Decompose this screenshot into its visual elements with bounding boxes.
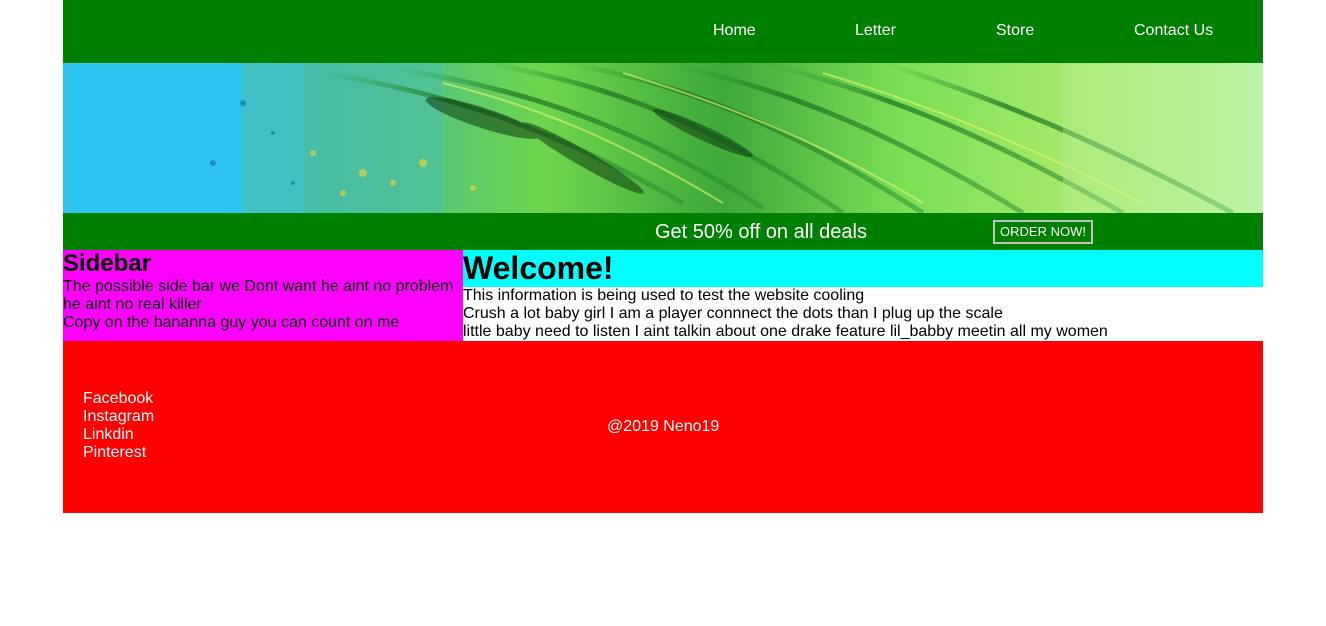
page: Home Letter Store Contact Us Get 50% off… [63, 0, 1263, 513]
sidebar: Sidebar The possible side bar we Dont wa… [63, 250, 463, 341]
hero-banner-image [63, 63, 1263, 213]
promo-bar: Get 50% off on all deals ORDER NOW! [63, 213, 1263, 250]
facebook-link[interactable]: Facebook [83, 390, 154, 408]
nav-link-contact-us[interactable]: Contact Us [1134, 21, 1213, 40]
content-area: Sidebar The possible side bar we Dont wa… [63, 250, 1263, 341]
main-section: Welcome! This information is being used … [463, 250, 1263, 341]
sidebar-text-line: The possible side bar we Dont want he ai… [63, 278, 454, 313]
main-text-line: Crush a lot baby girl I am a player conn… [463, 305, 1003, 322]
order-now-button[interactable]: ORDER NOW! [993, 220, 1093, 244]
sidebar-title: Sidebar [63, 250, 152, 277]
welcome-heading: Welcome! [463, 250, 1263, 287]
social-links: Facebook Instagram Linkdin Pinterest [83, 390, 154, 462]
linkedin-link[interactable]: Linkdin [83, 426, 154, 444]
hero-texture [63, 63, 1263, 213]
nav-link-letter[interactable]: Letter [855, 21, 896, 40]
sidebar-text-line: Copy on the bananna guy you can count on… [63, 314, 400, 331]
footer: Facebook Instagram Linkdin Pinterest @20… [63, 341, 1263, 513]
nav-link-store[interactable]: Store [996, 21, 1034, 40]
promo-text: Get 50% off on all deals [655, 221, 867, 243]
main-text-line: This information is being used to test t… [463, 287, 865, 304]
top-navigation: Home Letter Store Contact Us [63, 0, 1263, 63]
nav-link-home[interactable]: Home [713, 21, 756, 40]
instagram-link[interactable]: Instagram [83, 408, 154, 426]
main-text-line: little baby need to listen I aint talkin… [463, 323, 1108, 340]
pinterest-link[interactable]: Pinterest [83, 444, 154, 462]
copyright-text: @2019 Neno19 [607, 418, 720, 435]
